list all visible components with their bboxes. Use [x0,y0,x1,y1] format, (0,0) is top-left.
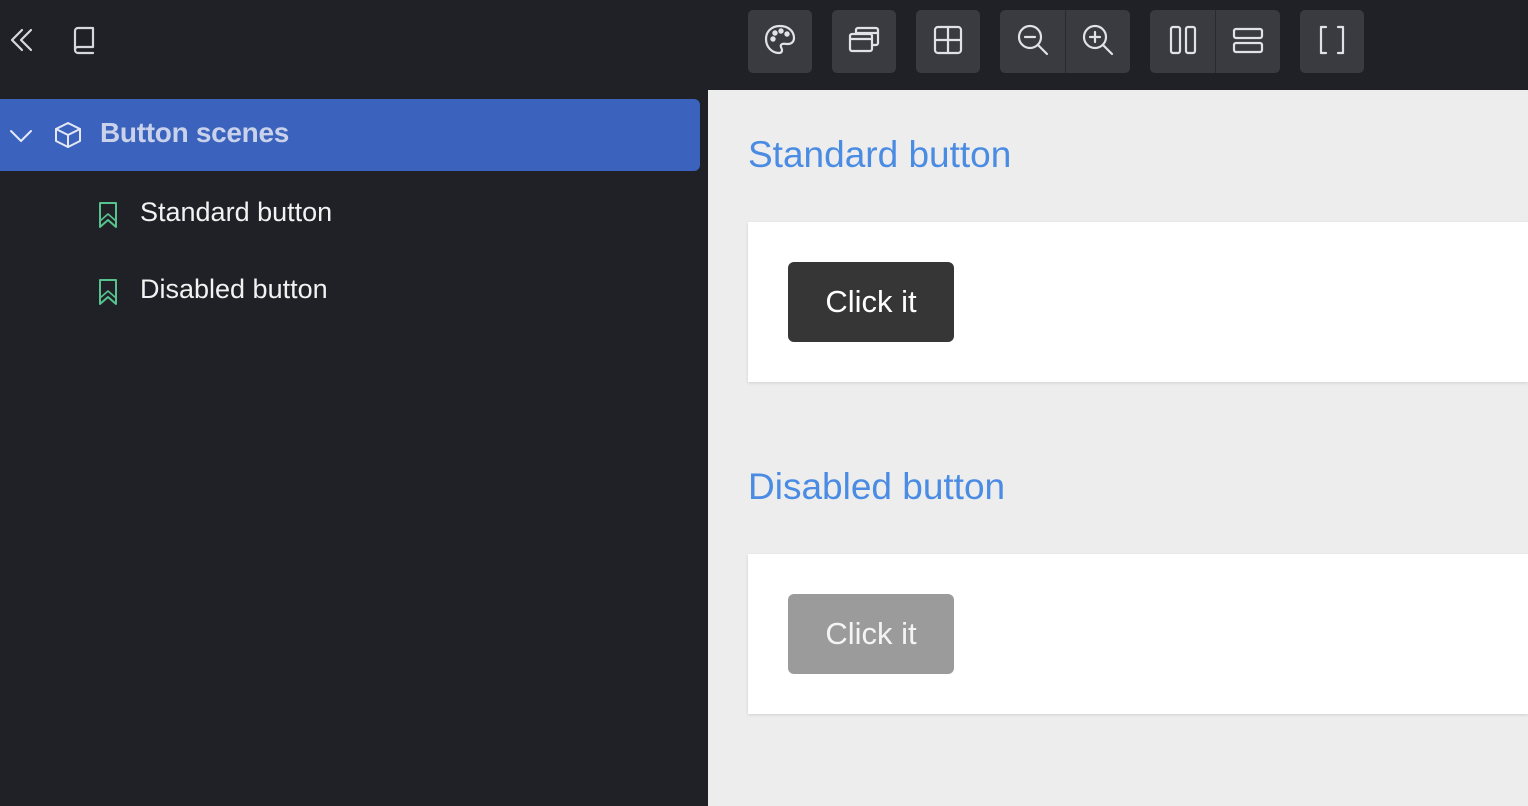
book-icon [70,24,98,60]
click-it-button-disabled: Click it [788,594,954,674]
scene-title: Disabled button [748,466,1006,507]
docs-button[interactable] [62,20,106,64]
split-columns-button[interactable] [1150,10,1215,73]
sidebar-item-label: Standard button [140,197,333,227]
windows-icon [846,22,882,62]
fullscreen-tool-group [1300,10,1364,73]
grid-toggle-button[interactable] [916,10,980,73]
tree-group-label: Button scenes [100,117,290,148]
fullscreen-button[interactable] [1300,10,1364,73]
scene-card: Click it [748,222,1528,382]
fullscreen-brackets-icon [1315,23,1349,61]
background-color-button[interactable] [748,10,812,73]
preview-canvas: Standard button Click it Disabled button… [708,90,1528,806]
zoom-out-icon [1015,22,1051,62]
sidebar-item-standard-button[interactable]: Standard button [0,184,700,244]
tree-group-button-scenes[interactable]: Button scenes [0,99,700,171]
sidebar-item-label: Disabled button [140,274,328,304]
zoom-tool-group [1000,10,1130,73]
zoom-in-icon [1080,22,1116,62]
collapse-sidebar-button[interactable] [0,20,44,64]
cube-icon [53,120,83,154]
split-columns-icon [1166,23,1200,61]
app-window: Button scenes Standard button Disabled b… [0,0,1528,806]
click-it-button[interactable]: Click it [788,262,954,342]
multi-window-button[interactable] [832,10,896,73]
background-tool-group [748,10,812,73]
scene-card: Click it [748,554,1528,714]
split-rows-button[interactable] [1215,10,1280,73]
frames-tool-group [832,10,896,73]
scene-title: Standard button [748,134,1012,175]
sidebar-item-disabled-button[interactable]: Disabled button [0,261,700,321]
grid-tool-group [916,10,980,73]
split-rows-icon [1231,23,1265,61]
toolbar [0,0,1528,90]
grid-icon [931,23,965,61]
chevron-down-icon[interactable] [8,123,34,153]
zoom-out-button[interactable] [1000,10,1065,73]
collapse-sidebar-icon [8,26,36,58]
sidebar: Button scenes Standard button Disabled b… [0,90,708,806]
palette-icon [762,22,798,62]
layout-tool-group [1150,10,1280,73]
bookmark-icon [96,201,120,233]
bookmark-icon [96,278,120,310]
zoom-in-button[interactable] [1065,10,1130,73]
